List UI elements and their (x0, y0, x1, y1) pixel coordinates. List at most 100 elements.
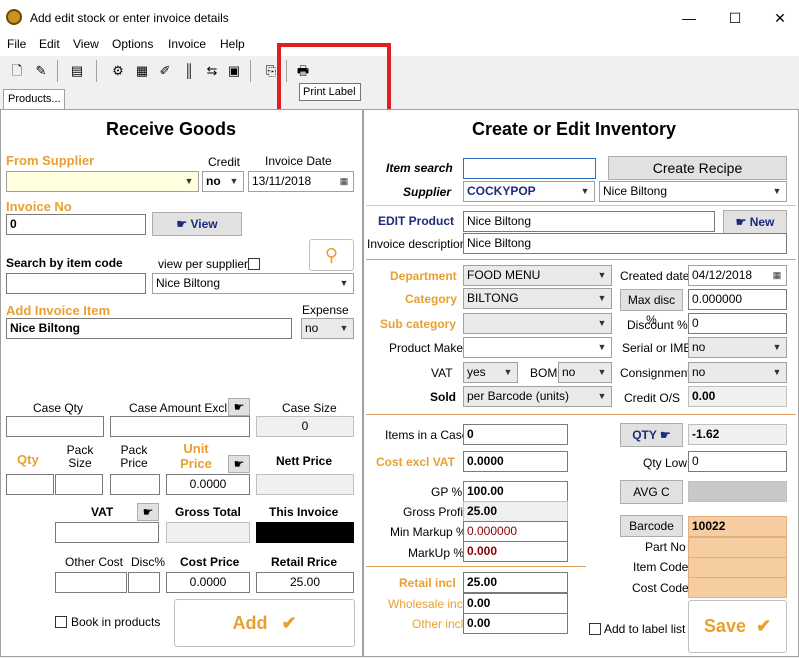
item-code-input[interactable] (688, 557, 787, 578)
supplier-name-select[interactable]: Nice Biltong ▼ (599, 181, 787, 202)
item-search-input[interactable] (463, 158, 596, 179)
unit-price-button[interactable]: ☛ (228, 455, 250, 473)
product-make-select[interactable]: ▼ (463, 337, 612, 358)
menu-help[interactable]: Help (220, 37, 245, 51)
vat-button[interactable]: ☛ (137, 503, 159, 521)
pen-red-icon[interactable]: ✐ (155, 62, 175, 80)
product-name-input[interactable]: Nice Biltong (463, 211, 715, 232)
gp-input[interactable]: 100.00 (463, 481, 568, 502)
form-window-icon[interactable]: ▤ (67, 62, 87, 80)
menu-view[interactable]: View (73, 37, 99, 51)
invoice-description-input[interactable]: Nice Biltong (463, 233, 787, 254)
qty-button[interactable]: QTY ☛ (620, 423, 683, 447)
toolbar-separator (250, 60, 251, 82)
qty-low-input[interactable]: 0 (688, 451, 787, 472)
disc-input[interactable] (128, 572, 160, 593)
retail-incl-input[interactable]: 25.00 (463, 572, 568, 593)
nett-price-input[interactable] (256, 474, 354, 495)
consignment-label: Consignment (620, 366, 691, 380)
markup-input[interactable]: 0.000 (463, 541, 568, 562)
per-supplier-select[interactable]: Nice Biltong ▼ (152, 273, 354, 294)
max-disc-button[interactable]: Max disc % (620, 289, 683, 327)
maximize-button[interactable]: ☐ (723, 6, 747, 30)
items-in-case-label: Items in a Case (385, 428, 469, 442)
unit-price-input[interactable]: 0.0000 (166, 474, 250, 495)
new-product-button[interactable]: ☛ New (723, 210, 787, 234)
credit-select[interactable]: no ▼ (202, 171, 244, 192)
avg-c-button[interactable]: AVG C (620, 480, 683, 504)
sold-select[interactable]: per Barcode (units) ▼ (463, 386, 612, 407)
tab-products[interactable]: Products... (3, 89, 65, 109)
add-button[interactable]: Add ✔ (174, 599, 355, 647)
created-date-picker[interactable]: 04/12/2018 ▦ (688, 265, 787, 286)
consignment-select[interactable]: no ▼ (688, 362, 787, 383)
part-no-input[interactable] (688, 537, 787, 558)
other-cost-input[interactable] (55, 572, 127, 593)
edit-product-label: EDIT Product (378, 214, 455, 228)
supplier-code-select[interactable]: COCKYPOP ▼ (463, 181, 595, 202)
menu-options[interactable]: Options (112, 37, 153, 51)
create-recipe-button[interactable]: Create Recipe (608, 156, 787, 180)
created-date-label: Created date (620, 269, 690, 283)
search-code-input[interactable] (6, 273, 146, 294)
expense-select[interactable]: no ▼ (301, 318, 354, 339)
cost-code-input[interactable] (688, 577, 787, 598)
calculator-icon[interactable]: ▣ (224, 62, 244, 80)
gross-total-input[interactable] (166, 522, 250, 543)
wholesale-incl-input[interactable]: 0.00 (463, 593, 568, 614)
pack-size-input[interactable] (55, 474, 103, 495)
chevron-down-icon: ▼ (503, 367, 513, 377)
max-disc-input[interactable]: 0.000000 (688, 289, 787, 310)
close-button[interactable]: ✕ (768, 6, 792, 30)
chevron-down-icon: ▼ (580, 186, 590, 196)
this-invoice-label: This Invoice (269, 505, 339, 519)
case-amount-input[interactable] (110, 416, 250, 437)
case-size-input[interactable]: 0 (256, 416, 354, 437)
add-to-label-list-checkbox[interactable] (589, 623, 601, 635)
edit-pen-icon[interactable]: ✎ (31, 62, 51, 80)
checklist-icon[interactable]: ▦ (132, 62, 152, 80)
items-in-case-input[interactable]: 0 (463, 424, 568, 445)
minimize-button[interactable]: — (677, 6, 701, 30)
book-in-products-checkbox[interactable] (55, 616, 67, 628)
checkmark-icon: ✔ (755, 616, 772, 636)
search-button[interactable]: ⚲ (309, 239, 354, 271)
transfer-arrows-icon[interactable]: ⇆ (202, 62, 222, 80)
qty-input[interactable] (6, 474, 54, 495)
min-markup-input[interactable]: 0.000000 (463, 521, 568, 542)
other-incl-label: Other incl (412, 617, 464, 631)
case-amount-button[interactable]: ☛ (228, 398, 250, 416)
discount-input[interactable]: 0 (688, 313, 787, 334)
menu-invoice[interactable]: Invoice (168, 37, 206, 51)
view-button[interactable]: ☛ View (152, 212, 242, 236)
sub-category-select[interactable]: ▼ (463, 313, 612, 334)
stock-tag-icon[interactable]: ⚙ (108, 62, 128, 80)
invoice-no-input[interactable]: 0 (6, 214, 146, 235)
retail-incl-label: Retail incl (399, 576, 456, 590)
category-select[interactable]: BILTONG ▼ (463, 288, 612, 309)
cost-excl-vat-input[interactable]: 0.0000 (463, 451, 568, 472)
retail-price-input[interactable]: 25.00 (256, 572, 354, 593)
serial-ime-select[interactable]: no ▼ (688, 337, 787, 358)
barcode-button[interactable]: Barcode (620, 515, 683, 537)
other-incl-input[interactable]: 0.00 (463, 613, 568, 634)
save-button[interactable]: Save ✔ (688, 600, 787, 653)
menu-edit[interactable]: Edit (39, 37, 60, 51)
department-select[interactable]: FOOD MENU ▼ (463, 265, 612, 286)
bom-select[interactable]: no ▼ (558, 362, 612, 383)
barcode-icon[interactable]: ║ (179, 62, 199, 80)
vat-label: VAT (91, 505, 114, 519)
menu-file[interactable]: File (7, 37, 26, 51)
vat-input[interactable] (55, 522, 159, 543)
vat-select[interactable]: yes ▼ (463, 362, 518, 383)
pack-price-input[interactable] (110, 474, 160, 495)
min-markup-label: Min Markup % (390, 525, 467, 539)
cost-price-input[interactable]: 0.0000 (166, 572, 250, 593)
new-document-icon[interactable]: 🗋 (7, 62, 27, 80)
invoice-date-picker[interactable]: 13/11/2018 ▦ (248, 171, 354, 192)
invoice-item-input[interactable]: Nice Biltong (6, 318, 292, 339)
barcode-input[interactable]: 10022 (688, 516, 787, 537)
supplier-select[interactable]: ▼ (6, 171, 199, 192)
view-per-supplier-checkbox[interactable] (248, 258, 260, 270)
case-qty-input[interactable] (6, 416, 104, 437)
